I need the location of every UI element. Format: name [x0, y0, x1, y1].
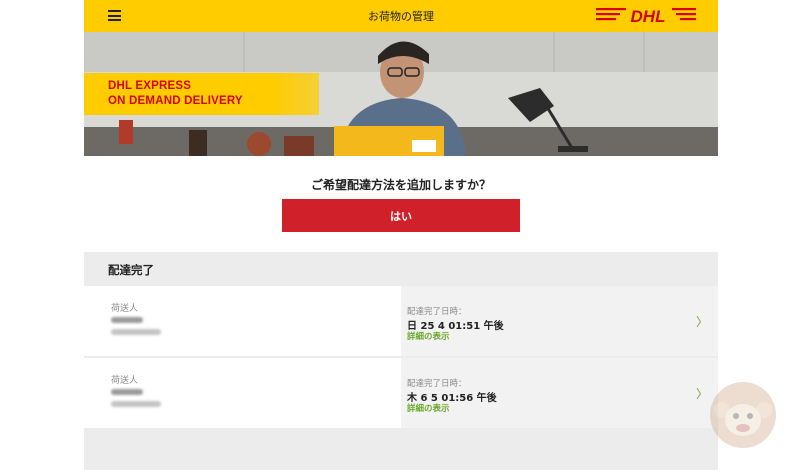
- sender-info: 荷送人: [84, 286, 401, 356]
- shipment-row[interactable]: 荷送人 配達完了日時： 日 25 4 01:51 午後 詳細の表示 〉: [84, 286, 718, 356]
- chevron-right-icon[interactable]: 〉: [696, 385, 708, 402]
- delivery-date-label: 配達完了日時：: [407, 307, 467, 317]
- sender-label: 荷送人: [111, 376, 139, 386]
- view-details-link[interactable]: 詳細の表示: [407, 330, 450, 342]
- section-title: 配達完了: [108, 263, 154, 277]
- logo-text: DHL: [631, 7, 666, 26]
- dhl-logo: DHL: [596, 7, 696, 26]
- top-header: お荷物の管理 DHL: [84, 0, 718, 32]
- shipment-row[interactable]: 荷送人 配達完了日時： 木 6 5 01:56 午後 詳細の表示 〉: [84, 358, 718, 428]
- redacted-sender-detail: [111, 401, 161, 407]
- hero-badge-line1: DHL EXPRESS: [108, 80, 192, 92]
- view-details-link[interactable]: 詳細の表示: [407, 402, 450, 414]
- delivery-option-card: ご希望配達方法を追加しますか？ はい: [84, 156, 718, 252]
- sender-label: 荷送人: [111, 304, 139, 314]
- sender-info: 荷送人: [84, 358, 401, 428]
- hero-badge-line2: ON DEMAND DELIVERY: [108, 95, 243, 107]
- app-container: お荷物の管理 DHL DHL EXPRESS ON DEMAND DELIVER…: [84, 0, 718, 470]
- yes-button[interactable]: はい: [282, 199, 520, 232]
- delivery-info: 配達完了日時： 日 25 4 01:51 午後 詳細の表示 〉: [401, 286, 718, 356]
- delivery-info: 配達完了日時： 木 6 5 01:56 午後 詳細の表示 〉: [401, 358, 718, 428]
- monkey-watermark-icon: [710, 382, 776, 448]
- redacted-sender-name: [111, 389, 143, 395]
- hero-banner: DHL EXPRESS ON DEMAND DELIVERY: [84, 32, 718, 156]
- redacted-sender-name: [111, 317, 143, 323]
- redacted-sender-detail: [111, 329, 161, 335]
- delivery-option-question: ご希望配達方法を追加しますか？: [310, 178, 491, 192]
- hero-badge: DHL EXPRESS ON DEMAND DELIVERY: [84, 73, 319, 115]
- chevron-right-icon[interactable]: 〉: [696, 313, 708, 330]
- delivery-date-label: 配達完了日時：: [407, 379, 467, 389]
